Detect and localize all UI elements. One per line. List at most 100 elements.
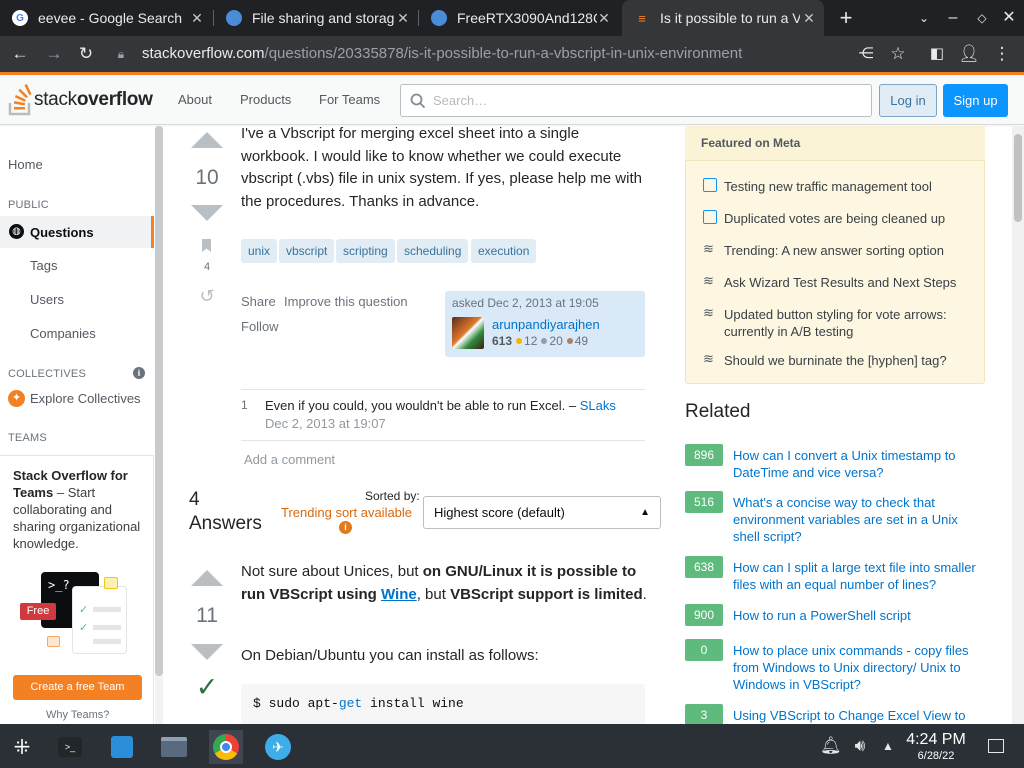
close-window-icon[interactable]: ✕ <box>997 6 1021 30</box>
close-icon[interactable]: ✕ <box>394 9 412 27</box>
user-name-link[interactable]: arunpandiyarajhen <box>492 317 600 332</box>
sidebar-item-home[interactable]: Home <box>8 157 43 172</box>
share-icon[interactable]: ⋲ <box>854 42 878 66</box>
tag-unix[interactable]: unix <box>241 239 278 263</box>
sidebar-scrollbar-thumb[interactable] <box>155 126 163 676</box>
bookmark-icon[interactable] <box>201 238 212 253</box>
site-logo[interactable]: stackoverflow <box>8 83 153 117</box>
system-clock[interactable]: 4:24 PM 6/28/22 <box>900 730 972 763</box>
create-team-button[interactable]: Create a free Team <box>13 675 142 700</box>
tag-vbscript[interactable]: vbscript <box>279 239 335 263</box>
related-score-badge: 3 <box>685 704 723 726</box>
reload-icon[interactable]: ↻ <box>74 42 98 66</box>
volume-icon[interactable]: 🔊︎ <box>850 734 870 758</box>
answer-body: Not sure about Unices, but on GNU/Linux … <box>241 563 647 603</box>
meta-item[interactable]: Updated button styling for vote arrows: … <box>724 306 974 340</box>
maximize-icon[interactable]: ◇ <box>970 6 994 30</box>
page-scrollbar-thumb[interactable] <box>1014 134 1022 222</box>
trending-sort-notice: Trending sort available <box>281 505 413 520</box>
related-question-link[interactable]: How can I split a large text file into s… <box>733 559 983 593</box>
meta-item[interactable]: Trending: A new answer sorting option <box>724 242 974 259</box>
tag-scheduling[interactable]: scheduling <box>397 239 469 263</box>
info-icon[interactable]: i <box>133 367 145 379</box>
tag-scripting[interactable]: scripting <box>336 239 395 263</box>
silver-badge-icon <box>541 338 548 344</box>
share-link[interactable]: Share <box>241 294 276 309</box>
minimize-icon[interactable]: – <box>941 6 965 30</box>
nav-about[interactable]: About <box>178 92 212 107</box>
menu-icon[interactable]: ⋮ <box>990 42 1014 66</box>
tab-title: Is it possible to run a V <box>660 10 800 26</box>
meta-item[interactable]: Should we burninate the [hyphen] tag? <box>724 352 974 369</box>
forward-icon[interactable]: → <box>42 42 66 66</box>
sidebar-item-tags[interactable]: Tags <box>30 258 57 273</box>
meta-item[interactable]: Duplicated votes are being cleaned up <box>724 210 974 227</box>
close-icon[interactable]: ✕ <box>595 9 613 27</box>
stack-icon: ≋ <box>703 351 714 366</box>
back-icon[interactable]: ← <box>8 42 32 66</box>
nav-products[interactable]: Products <box>240 92 291 107</box>
downvote-button[interactable] <box>191 644 223 660</box>
bookmark-star-icon[interactable]: ☆ <box>886 42 910 66</box>
signup-button[interactable]: Sign up <box>943 84 1008 117</box>
sidebar-icon[interactable]: ◧ <box>925 42 949 66</box>
clock-date: 6/28/22 <box>917 750 955 762</box>
follow-link[interactable]: Follow <box>241 319 279 334</box>
related-question-link[interactable]: How can I convert a Unix timestamp to Da… <box>733 447 983 481</box>
add-comment-link[interactable]: Add a comment <box>244 452 335 467</box>
browser-tab[interactable]: FreeRTX3090And128Gi ✕ <box>419 0 619 36</box>
store-app-icon[interactable] <box>105 730 139 764</box>
close-icon[interactable]: ✕ <box>188 9 206 27</box>
discover-app-icon[interactable]: ✈ <box>261 730 295 764</box>
login-button[interactable]: Log in <box>879 84 937 117</box>
app-launcher-icon[interactable]: ⁜ <box>5 730 39 764</box>
sort-select[interactable]: Highest score (default) ▲ <box>423 496 661 529</box>
url-path: /questions/20335878/is-it-possible-to-ru… <box>264 45 743 62</box>
downvote-button[interactable] <box>191 205 223 221</box>
address-bar[interactable]: stackoverflow.com/questions/20335878/is-… <box>142 42 742 66</box>
wine-link[interactable]: Wine <box>381 586 417 603</box>
close-icon[interactable]: ✕ <box>800 9 818 27</box>
improve-question-link[interactable]: Improve this question <box>284 294 408 309</box>
meta-item[interactable]: Testing new traffic management tool <box>724 178 974 195</box>
comment-score: 1 <box>241 398 248 412</box>
sort-selected-value: Highest score (default) <box>434 505 565 520</box>
meta-item[interactable]: Ask Wizard Test Results and Next Steps <box>724 274 974 291</box>
related-question-link[interactable]: What's a concise way to check that envir… <box>733 494 983 545</box>
terminal-app-icon[interactable]: >_ <box>53 730 87 764</box>
comment-user-link[interactable]: SLaks <box>580 398 616 413</box>
file-manager-icon[interactable] <box>157 730 191 764</box>
show-desktop-icon[interactable] <box>988 734 1006 758</box>
avatar[interactable] <box>452 317 484 349</box>
browser-tab[interactable]: G eevee - Google Search ✕ <box>0 0 212 36</box>
lock-icon[interactable]: 🔒︎ <box>114 42 128 66</box>
related-question-link[interactable]: How to place unix commands - copy files … <box>733 642 983 693</box>
profile-icon[interactable]: 👤︎ <box>957 42 981 66</box>
related-question-link[interactable]: Using VBScript to Change Excel View to <box>733 707 983 724</box>
browser-tab-active[interactable]: ≡ Is it possible to run a V ✕ <box>622 0 824 36</box>
nav-for-teams[interactable]: For Teams <box>319 92 380 107</box>
history-icon[interactable]: ↺ <box>196 286 218 307</box>
upvote-button[interactable] <box>191 570 223 586</box>
sidebar-item-companies[interactable]: Companies <box>30 326 96 341</box>
sidebar-item-explore-collectives[interactable]: Explore Collectives <box>30 391 141 406</box>
search-input[interactable]: Search… <box>400 84 872 117</box>
answers-count-heading: 4 Answers <box>189 489 262 534</box>
cloud-icon <box>226 10 242 26</box>
new-tab-icon[interactable]: + <box>834 6 858 30</box>
why-teams-link[interactable]: Why Teams? <box>46 709 109 721</box>
tray-expand-icon[interactable]: ▲ <box>878 734 898 758</box>
chrome-app-icon[interactable] <box>209 730 243 764</box>
sidebar-item-users[interactable]: Users <box>30 292 64 307</box>
upvote-button[interactable] <box>191 132 223 148</box>
chevron-down-icon[interactable]: ⌄ <box>912 6 936 30</box>
sidebar-heading-public: PUBLIC <box>8 199 49 211</box>
info-icon[interactable]: i <box>339 521 352 534</box>
tag-execution[interactable]: execution <box>471 239 537 263</box>
answer-score: 11 <box>196 604 218 627</box>
accepted-check-icon: ✓ <box>195 672 219 702</box>
notifications-icon[interactable]: 🔔︎ <box>820 734 842 758</box>
related-question-link[interactable]: How to run a PowerShell script <box>733 607 983 624</box>
speech-bubble-icon <box>703 178 717 192</box>
browser-tab[interactable]: File sharing and storag ✕ <box>214 0 418 36</box>
